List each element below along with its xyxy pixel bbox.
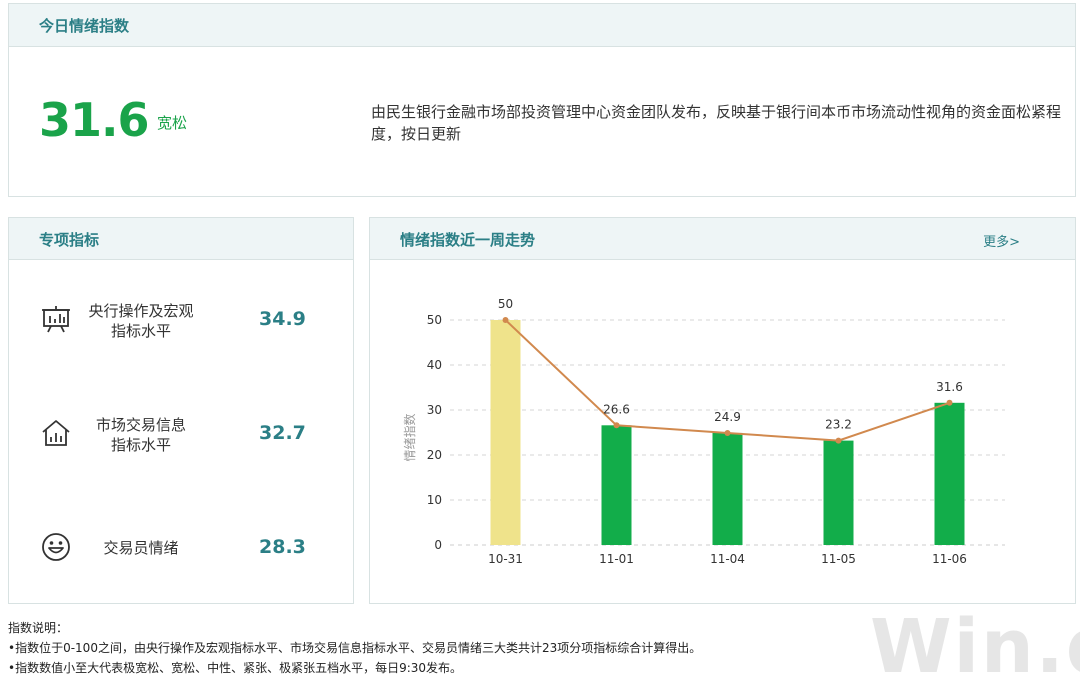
bar-11-04 — [712, 432, 743, 545]
today-index-status: 宽松 — [157, 114, 188, 132]
notes-line-1: •指数位于0-100之间，由央行操作及宏观指标水平、市场交易信息指标水平、交易员… — [8, 641, 702, 655]
x-tick-label: 11-04 — [710, 552, 745, 566]
today-index-value: 31.6 — [39, 93, 149, 147]
indicator-label-line2: 指标水平 — [110, 322, 171, 340]
x-tick-label: 11-01 — [599, 552, 634, 566]
indicator-label-line1: 交易员情绪 — [103, 539, 179, 557]
x-tick-label: 11-05 — [821, 552, 856, 566]
today-index-title: 今日情绪指数 — [39, 17, 130, 35]
today-index-description: 由民生银行金融市场部投资管理中心资金团队发布，反映基于银行间本币市场流动性视角的… — [371, 103, 1062, 143]
weekly-trend-header: 情绪指数近一周走势 更多> — [370, 218, 1075, 260]
notes-title: 指数说明： — [8, 621, 69, 635]
bar-11-05 — [823, 440, 854, 545]
data-label-11-06: 31.6 — [936, 380, 963, 394]
trend-point-11-05 — [835, 437, 842, 444]
bar-10-31 — [490, 320, 521, 545]
indicator-value-central-bank: 34.9 — [259, 308, 306, 330]
y-tick-label: 30 — [427, 403, 442, 417]
trend-chart: 0 10 20 30 40 50 情绪指数 10-31 11-01 11-04 11-05 11-06… — [402, 297, 1005, 566]
special-indicators-panel: 专项指标 央行操作及宏观 指标水平 34.9 市场交易信息 指标水平 32.7 … — [8, 217, 354, 604]
bar-11-06 — [934, 402, 965, 545]
indicator-value-trader-sentiment: 28.3 — [259, 536, 306, 558]
x-tick-label: 10-31 — [488, 552, 523, 566]
data-label-11-05: 23.2 — [825, 418, 852, 432]
trend-point-11-04 — [724, 429, 731, 436]
indicator-label-line2: 指标水平 — [110, 436, 171, 454]
y-axis-label: 情绪指数 — [402, 413, 417, 461]
index-notes: 指数说明： •指数位于0-100之间，由央行操作及宏观指标水平、市场交易信息指标… — [8, 618, 701, 678]
house-chart-icon — [42, 420, 70, 446]
y-tick-label: 40 — [427, 358, 442, 372]
chart-board-icon — [42, 306, 70, 333]
weekly-trend-panel: 情绪指数近一周走势 更多> 0 10 20 30 40 50 情绪指数 10-31 11-01 1… — [369, 217, 1076, 604]
special-indicators-title: 专项指标 — [39, 231, 100, 249]
indicator-row-trader-sentiment: 交易员情绪 28.3 — [9, 518, 355, 578]
trend-point-11-06 — [946, 399, 953, 406]
data-label-10-31: 50 — [498, 297, 513, 311]
smiley-icon — [42, 533, 70, 561]
today-index-panel: 今日情绪指数 31.6 宽松 由民生银行金融市场部投资管理中心资金团队发布，反映… — [8, 3, 1076, 197]
bar-11-01 — [601, 425, 632, 545]
data-label-11-01: 26.6 — [603, 402, 630, 416]
special-indicators-header: 专项指标 — [9, 218, 353, 260]
indicator-row-central-bank: 央行操作及宏观 指标水平 34.9 — [9, 290, 355, 350]
indicator-label-line1: 市场交易信息 — [95, 416, 186, 434]
indicator-label-central-bank: 央行操作及宏观 指标水平 — [79, 301, 203, 341]
today-index-header: 今日情绪指数 — [9, 4, 1075, 47]
indicator-label-line1: 央行操作及宏观 — [88, 302, 194, 320]
indicator-value-market-trading: 32.7 — [259, 422, 306, 444]
y-tick-label: 0 — [434, 538, 442, 552]
notes-line-2: •指数数值小至大代表极宽松、宽松、中性、紧张、极紧张五档水平，每日9:30发布。 — [8, 661, 463, 675]
y-tick-label: 10 — [427, 493, 442, 507]
trend-point-11-01 — [613, 422, 620, 429]
more-link[interactable]: 更多> — [983, 231, 1020, 250]
y-tick-label: 20 — [427, 448, 442, 462]
wind-watermark: Win.d — [870, 604, 1080, 679]
y-tick-label: 50 — [427, 313, 442, 327]
data-label-11-04: 24.9 — [714, 410, 741, 424]
weekly-trend-title: 情绪指数近一周走势 — [400, 231, 536, 249]
indicator-label-market-trading: 市场交易信息 指标水平 — [79, 415, 203, 455]
indicator-row-market-trading: 市场交易信息 指标水平 32.7 — [9, 404, 355, 464]
indicator-label-trader-sentiment: 交易员情绪 — [79, 538, 203, 558]
trend-point-10-31 — [502, 317, 509, 323]
x-tick-label: 11-06 — [932, 552, 967, 566]
